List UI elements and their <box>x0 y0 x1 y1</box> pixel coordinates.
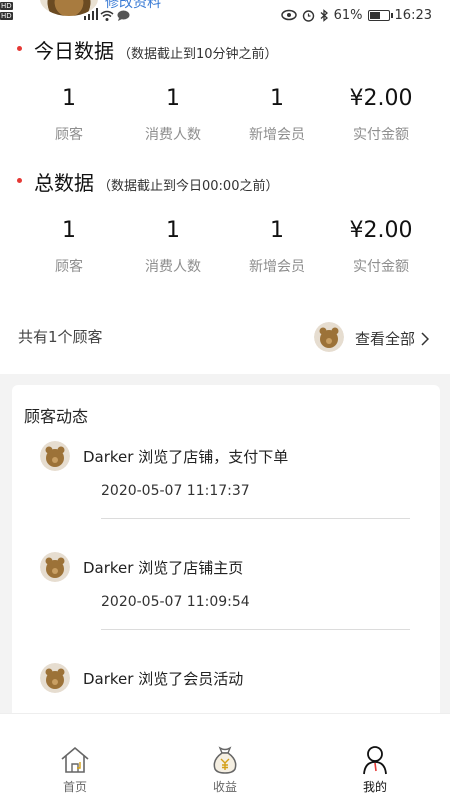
tab-label: 收益 <box>212 780 237 794</box>
stat-label: 实付金额 <box>353 127 409 143</box>
stat-label: 新增会员 <box>249 259 305 275</box>
customers-summary-row: 共有1个顾客 查看全部 <box>0 318 450 358</box>
section-note: （数据截止到10分钟之前） <box>118 47 278 62</box>
tab-label: 我的 <box>362 780 387 794</box>
stat-new-members[interactable]: 1 新增会员 <box>225 84 329 144</box>
stat-label: 实付金额 <box>353 259 409 275</box>
customer-avatar <box>40 552 70 582</box>
stat-value: 1 <box>166 218 180 243</box>
signal-icon <box>84 8 98 20</box>
section-marker-dot <box>17 46 22 51</box>
wifi-icon <box>100 10 114 21</box>
bluetooth-icon <box>320 8 328 22</box>
stat-consumers[interactable]: 1 消费人数 <box>121 84 225 144</box>
stat-label: 顾客 <box>55 259 83 275</box>
divider <box>101 518 410 519</box>
stat-label: 消费人数 <box>145 127 201 143</box>
person-icon <box>363 746 387 775</box>
activity-card: 顾客动态 Darker 浏览了店铺，支付下单 2020-05-07 11:17:… <box>12 385 440 720</box>
divider <box>101 629 410 630</box>
tab-mine[interactable]: 我的 <box>300 714 450 800</box>
view-all-link[interactable]: 查看全部 <box>355 328 430 349</box>
customer-avatar <box>40 663 70 693</box>
stat-label: 消费人数 <box>145 259 201 275</box>
total-stats: 1 顾客 1 消费人数 1 新增会员 ¥2.00 实付金额 <box>17 216 450 276</box>
stat-value: ¥2.00 <box>349 86 413 111</box>
tab-label: 首页 <box>62 780 87 794</box>
tab-earnings[interactable]: 收益 <box>150 714 300 800</box>
view-all-label: 查看全部 <box>355 330 416 348</box>
activity-text: Darker 浏览了店铺，支付下单 <box>83 448 289 466</box>
bottom-tab-bar: 首页 收益 我的 <box>0 713 450 800</box>
today-stats: 1 顾客 1 消费人数 1 新增会员 ¥2.00 实付金额 <box>17 84 450 144</box>
tab-home[interactable]: 首页 <box>0 714 150 800</box>
customer-count-text: 共有1个顾客 <box>18 328 103 346</box>
section-note: （数据截止到今日00:00之前） <box>98 179 279 194</box>
stat-value: 1 <box>270 86 284 111</box>
hd-badge: HD <box>0 2 13 10</box>
stat-value: ¥2.00 <box>349 218 413 243</box>
home-icon <box>61 746 89 773</box>
stat-value: 1 <box>62 86 76 111</box>
battery-percent: 61% <box>333 7 363 23</box>
status-icons-right: 61% 16:23 <box>280 0 432 30</box>
activity-item[interactable]: Darker 浏览了店铺主页 2020-05-07 11:09:54 <box>12 552 440 663</box>
battery-icon <box>367 9 393 21</box>
alarm-icon <box>302 9 314 22</box>
activity-time: 2020-05-07 11:17:37 <box>101 483 250 499</box>
stat-label: 顾客 <box>55 127 83 143</box>
stat-value: 1 <box>166 86 180 111</box>
money-bag-icon <box>213 746 237 774</box>
customer-avatar[interactable] <box>314 322 344 352</box>
status-bar: HD HD 修改资料 61% 16:23 <box>0 0 450 30</box>
stat-label: 新增会员 <box>249 127 305 143</box>
network-indicators: HD HD <box>0 2 13 20</box>
battery-fill <box>369 11 380 19</box>
stat-paid-amount[interactable]: ¥2.00 实付金额 <box>329 84 433 144</box>
section-marker-dot <box>17 178 22 183</box>
activity-item[interactable]: Darker 浏览了会员活动 <box>12 663 440 720</box>
message-icon <box>117 10 130 21</box>
eye-icon <box>280 9 297 21</box>
stat-consumers[interactable]: 1 消费人数 <box>121 216 225 276</box>
customer-avatar <box>40 441 70 471</box>
stat-customers[interactable]: 1 顾客 <box>17 216 121 276</box>
clock: 16:23 <box>394 7 432 23</box>
activity-time: 2020-05-07 11:09:54 <box>101 594 250 610</box>
activity-text: Darker 浏览了店铺主页 <box>83 559 244 577</box>
stat-value: 1 <box>62 218 76 243</box>
activity-text: Darker 浏览了会员活动 <box>83 670 244 688</box>
stat-value: 1 <box>270 218 284 243</box>
stat-paid-amount[interactable]: ¥2.00 实付金额 <box>329 216 433 276</box>
section-title: 今日数据 <box>34 39 114 63</box>
section-title: 总数据 <box>34 171 94 195</box>
hd-badge: HD <box>0 12 13 20</box>
activity-item[interactable]: Darker 浏览了店铺，支付下单 2020-05-07 11:17:37 <box>12 441 440 552</box>
activity-title: 顾客动态 <box>24 407 89 426</box>
total-section-header: 总数据 （数据截止到今日00:00之前） <box>34 167 278 196</box>
status-icons-left <box>100 10 130 21</box>
chevron-right-icon <box>421 331 430 346</box>
today-section-header: 今日数据 （数据截止到10分钟之前） <box>34 35 278 64</box>
stat-new-members[interactable]: 1 新增会员 <box>225 216 329 276</box>
stat-customers[interactable]: 1 顾客 <box>17 84 121 144</box>
